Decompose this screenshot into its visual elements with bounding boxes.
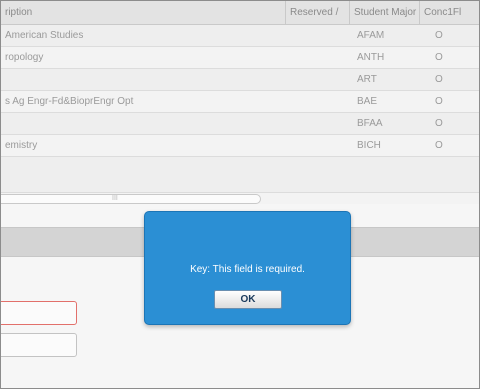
scrollbar-thumb[interactable]: III bbox=[1, 194, 261, 204]
grid-body: American Studies AFAM O ropology ANTH O … bbox=[1, 25, 479, 192]
table-row[interactable]: s Ag Engr-Fd&BioprEngr Opt BAE O bbox=[1, 91, 479, 113]
cell-reserved bbox=[286, 69, 350, 90]
cell-conc1: O bbox=[435, 118, 443, 129]
cell-reserved bbox=[286, 47, 350, 68]
cell-student-major: BICH bbox=[357, 140, 381, 151]
key-field[interactable] bbox=[1, 301, 77, 325]
data-grid: ription Reserved / Student Major Conc1Fl… bbox=[1, 1, 479, 204]
second-field[interactable] bbox=[1, 333, 77, 357]
table-row[interactable]: ART O bbox=[1, 69, 479, 91]
ok-button[interactable]: OK bbox=[214, 290, 282, 309]
cell-reserved bbox=[286, 135, 350, 156]
scrollbar-grip-icon: III bbox=[112, 195, 118, 202]
table-row[interactable]: emistry BICH O bbox=[1, 135, 479, 157]
cell-description: American Studies bbox=[5, 30, 84, 41]
cell-student-major: AFAM bbox=[357, 30, 385, 41]
cell-description bbox=[1, 113, 286, 134]
cell-description bbox=[1, 69, 286, 90]
table-row[interactable]: BFAA O bbox=[1, 113, 479, 135]
column-header-student-major[interactable]: Student Major bbox=[350, 1, 420, 24]
column-header-conc1[interactable]: Conc1Fl bbox=[420, 1, 479, 24]
alert-message: Key: This field is required. bbox=[190, 264, 305, 275]
horizontal-scrollbar[interactable]: III bbox=[1, 192, 479, 204]
cell-student-major: BFAA bbox=[357, 118, 383, 129]
cell-conc1: O bbox=[435, 52, 443, 63]
cell-conc1: O bbox=[435, 140, 443, 151]
cell-student-major: ANTH bbox=[357, 52, 385, 63]
alert-dialog: Key: This field is required. OK bbox=[144, 211, 351, 325]
cell-conc1: O bbox=[435, 96, 443, 107]
column-header-description[interactable]: ription bbox=[1, 1, 286, 24]
cell-reserved bbox=[286, 91, 350, 112]
cell-reserved bbox=[286, 25, 350, 46]
cell-description: ropology bbox=[5, 52, 44, 63]
cell-description: s Ag Engr-Fd&BioprEngr Opt bbox=[5, 96, 134, 107]
cell-conc1: O bbox=[435, 74, 443, 85]
table-row[interactable]: ropology ANTH O bbox=[1, 47, 479, 69]
cell-description: emistry bbox=[5, 140, 38, 151]
column-header-reserved[interactable]: Reserved / bbox=[286, 1, 350, 24]
cell-student-major: BAE bbox=[357, 96, 378, 107]
cell-student-major: ART bbox=[357, 74, 377, 85]
app-frame: ription Reserved / Student Major Conc1Fl… bbox=[0, 0, 480, 389]
cell-conc1: O bbox=[435, 30, 443, 41]
table-row[interactable]: American Studies AFAM O bbox=[1, 25, 479, 47]
cell-reserved bbox=[286, 113, 350, 134]
grid-header: ription Reserved / Student Major Conc1Fl bbox=[1, 1, 479, 25]
